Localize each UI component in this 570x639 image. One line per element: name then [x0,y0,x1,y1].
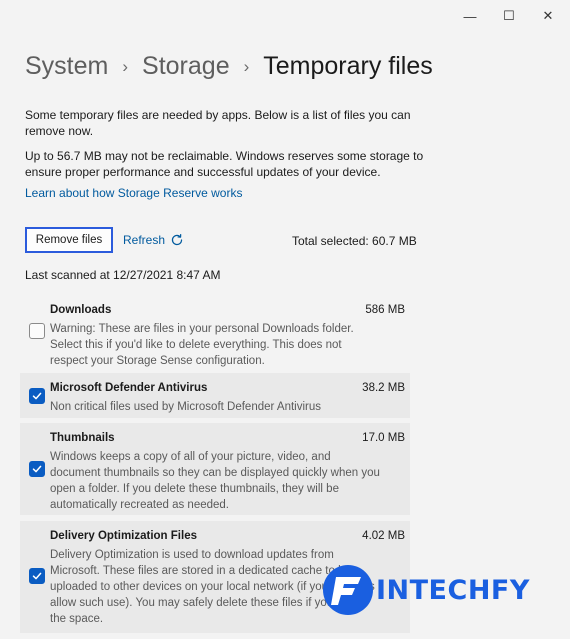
item-title: Downloads [50,304,112,316]
checkmark-icon [32,392,42,400]
checkmark-icon [32,572,42,580]
intechfy-logo-icon [323,565,373,615]
breadcrumb-storage[interactable]: Storage [142,52,230,81]
item-size: 586 MB [365,304,405,316]
item-description: Non critical files used by Microsoft Def… [50,401,321,413]
intechfy-watermark: INTECHFY [322,564,530,616]
breadcrumb: System › Storage › Temporary files [25,52,433,81]
list-item-defender: Microsoft Defender Antivirus 38.2 MB Non… [20,373,410,418]
item-size: 4.02 MB [362,530,405,542]
thumbnails-checkbox[interactable] [29,461,45,477]
item-description: Windows keeps a copy of all of your pict… [50,451,380,511]
refresh-button[interactable]: Refresh [123,233,184,247]
maximize-button[interactable]: ☐ [497,6,521,26]
title-bar: — ☐ ✕ [0,0,570,32]
refresh-label: Refresh [123,233,166,247]
close-button[interactable]: ✕ [536,6,560,26]
downloads-checkbox[interactable] [29,323,45,339]
page-title: Temporary files [263,52,433,80]
item-title: Microsoft Defender Antivirus [50,382,208,394]
checkmark-icon [32,465,42,473]
list-item-downloads: Downloads 586 MB Warning: These are file… [20,295,410,367]
defender-checkbox[interactable] [29,388,45,404]
chevron-right-icon: › [122,56,129,76]
item-size: 17.0 MB [362,432,405,444]
item-description: Warning: These are files in your persona… [50,323,354,367]
delivery-optimization-checkbox[interactable] [29,568,45,584]
minimize-button[interactable]: — [458,6,482,26]
reserve-text: Up to 56.7 MB may not be reclaimable. Wi… [25,149,424,179]
chevron-right-icon: › [243,56,250,76]
intro-text: Some temporary files are needed by apps.… [25,108,411,138]
refresh-icon [171,233,183,246]
remove-files-button[interactable]: Remove files [25,227,113,253]
item-title: Delivery Optimization Files [50,530,197,542]
item-title: Thumbnails [50,432,115,444]
total-selected: Total selected: 60.7 MB [292,234,417,248]
last-scanned: Last scanned at 12/27/2021 8:47 AM [25,268,221,282]
storage-reserve-link[interactable]: Learn about how Storage Reserve works [25,186,242,200]
breadcrumb-system[interactable]: System [25,52,108,81]
watermark-text: INTECHFY [376,574,530,606]
item-size: 38.2 MB [362,382,405,394]
list-item-thumbnails: Thumbnails 17.0 MB Windows keeps a copy … [20,423,410,515]
